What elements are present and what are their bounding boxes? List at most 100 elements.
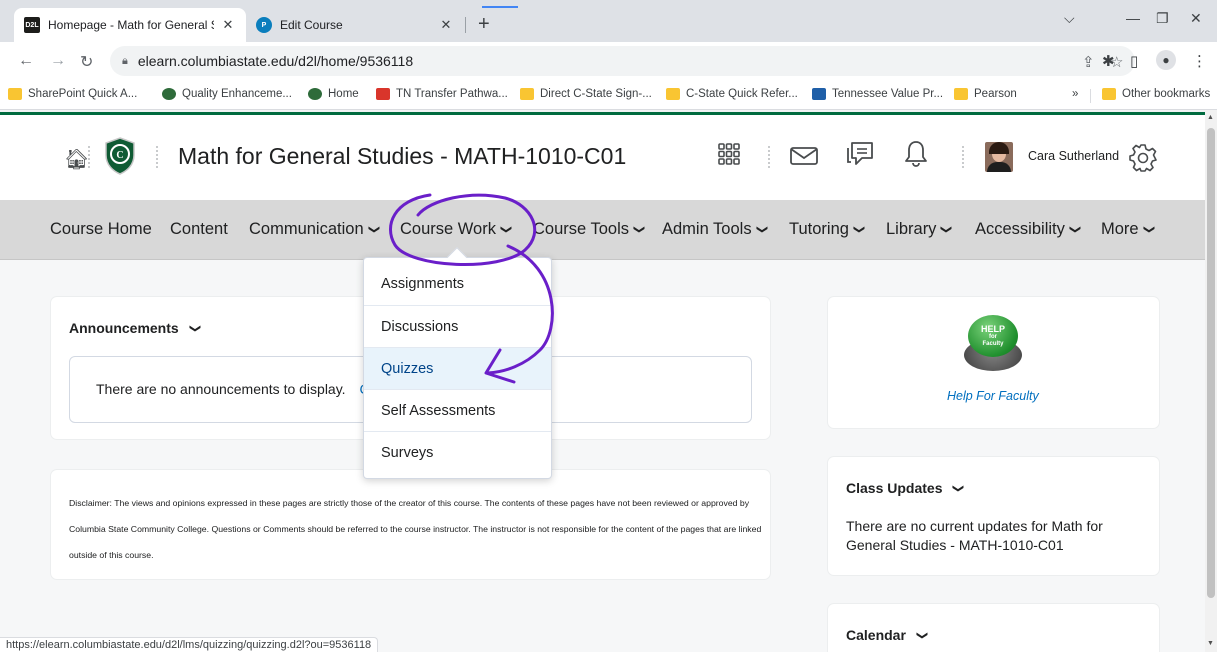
- class-updates-title[interactable]: Class Updates ❯: [846, 480, 966, 496]
- close-window-button[interactable]: ✕: [1190, 10, 1202, 27]
- course-header: 🏠︎ C Math for General Studies - MATH-101…: [0, 115, 1205, 200]
- calendar-title[interactable]: Calendar ❯: [846, 627, 929, 643]
- email-icon[interactable]: [790, 147, 818, 165]
- menu-kebab-icon[interactable]: ⋮: [1192, 52, 1207, 70]
- chevron-down-icon: ❯: [940, 224, 953, 235]
- nav-communication[interactable]: Communication ❯: [249, 220, 380, 239]
- tab-close-icon[interactable]: ✕: [438, 17, 454, 33]
- other-bookmarks[interactable]: Other bookmarks: [1102, 88, 1210, 100]
- bookmark-item[interactable]: Quality Enhanceme...: [162, 88, 292, 100]
- course-work-dropdown: Assignments Discussions Quizzes Self Ass…: [363, 247, 552, 479]
- disclaimer-widget: Disclaimer: The views and opinions expre…: [51, 470, 770, 579]
- chevron-down-icon: ❯: [853, 224, 866, 235]
- home-icon[interactable]: 🏠︎: [64, 147, 89, 172]
- restore-button[interactable]: ❐: [1156, 10, 1169, 27]
- separator: [768, 146, 770, 168]
- apps-grid-icon[interactable]: [718, 143, 740, 165]
- forward-icon[interactable]: →: [50, 52, 66, 70]
- tab-title: Homepage - Math for General St: [48, 18, 214, 32]
- reload-icon[interactable]: ↻: [80, 52, 93, 72]
- menu-item-discussions[interactable]: Discussions: [364, 305, 551, 347]
- chevron-down-icon: ❯: [755, 224, 768, 235]
- nav-library[interactable]: Library ❯: [886, 220, 953, 239]
- scrollbar-thumb[interactable]: [1207, 128, 1215, 598]
- tab-title: Edit Course: [280, 18, 343, 32]
- page-scrollbar[interactable]: ▲ ▼: [1205, 110, 1217, 652]
- d2l-favicon-icon: D2L: [24, 17, 40, 33]
- scroll-down-icon[interactable]: ▼: [1207, 640, 1214, 647]
- menu-item-quizzes[interactable]: Quizzes: [364, 347, 551, 389]
- bookmark-item[interactable]: C-State Quick Refer...: [666, 88, 798, 100]
- address-url: elearn.columbiastate.edu/d2l/home/953611…: [137, 53, 414, 69]
- d2l-page: 🏠︎ C Math for General Studies - MATH-101…: [0, 115, 1205, 652]
- chevron-down-icon[interactable]: ❯: [189, 323, 202, 332]
- columbia-state-icon: [308, 88, 322, 100]
- folder-icon: [954, 88, 968, 100]
- chat-icon[interactable]: [846, 141, 874, 169]
- browser-toolbar: ← → ↻ 🔒︎ elearn.columbiastate.edu/d2l/ho…: [0, 42, 1217, 82]
- bookmark-item[interactable]: TN Transfer Pathwa...: [376, 88, 508, 100]
- course-navbar: Course Home Content Communication ❯ Cours…: [0, 200, 1205, 260]
- share-icon[interactable]: ⇪: [1082, 53, 1095, 71]
- tab-homepage[interactable]: D2L Homepage - Math for General St ✕: [14, 8, 246, 42]
- nav-content[interactable]: Content: [170, 220, 228, 239]
- help-faculty-button[interactable]: HELP for Faculty: [962, 315, 1024, 373]
- bookmark-item[interactable]: Tennessee Value Pr...: [812, 88, 943, 100]
- calendar-widget: Calendar ❯: [828, 604, 1159, 652]
- bookmark-item[interactable]: Direct C-State Sign-...: [520, 88, 652, 100]
- nav-course-home[interactable]: Course Home: [50, 220, 152, 239]
- new-tab-button[interactable]: +: [478, 14, 490, 34]
- scroll-up-icon[interactable]: ▲: [1207, 114, 1214, 121]
- user-name[interactable]: Cara Sutherland: [1028, 149, 1119, 163]
- folder-icon: [666, 88, 680, 100]
- chevron-down-icon: ❯: [367, 224, 380, 235]
- nav-course-work[interactable]: Course Work ❯: [400, 220, 513, 239]
- tab-close-icon[interactable]: ✕: [220, 17, 236, 33]
- menu-item-self-assessments[interactable]: Self Assessments: [364, 389, 551, 431]
- bookmarks-overflow-button[interactable]: »: [1072, 88, 1078, 100]
- announcements-title[interactable]: Announcements ❯: [69, 320, 202, 336]
- side-panel-icon[interactable]: ▯: [1130, 52, 1138, 70]
- separator: [88, 146, 90, 168]
- nav-accessibility[interactable]: Accessibility ❯: [975, 220, 1081, 239]
- chevron-down-icon: ❯: [1068, 224, 1081, 235]
- chevron-down-icon: ❯: [633, 224, 646, 235]
- chevron-down-icon[interactable]: ❯: [953, 483, 966, 492]
- back-icon[interactable]: ←: [18, 52, 34, 70]
- columbia-state-logo-icon[interactable]: C: [104, 137, 136, 175]
- tab-divider: [465, 17, 466, 33]
- menu-item-assignments[interactable]: Assignments: [364, 263, 551, 305]
- help-faculty-link[interactable]: Help For Faculty: [947, 389, 1039, 403]
- gear-icon[interactable]: [1128, 143, 1158, 173]
- chevron-down-icon[interactable]: ❯: [916, 630, 929, 639]
- avatar[interactable]: [985, 142, 1013, 172]
- nav-more[interactable]: More ❯: [1101, 220, 1155, 239]
- bookmarks-divider: [1090, 89, 1091, 103]
- bookmark-item[interactable]: SharePoint Quick A...: [8, 88, 137, 100]
- nav-course-tools[interactable]: Course Tools ❯: [533, 220, 646, 239]
- separator: [156, 146, 158, 168]
- tab-edit-course[interactable]: P Edit Course ✕: [246, 8, 464, 42]
- bell-icon[interactable]: [904, 140, 928, 168]
- extensions-icon[interactable]: ✱: [1102, 52, 1115, 70]
- nav-tutoring[interactable]: Tutoring ❯: [789, 220, 866, 239]
- minimize-button[interactable]: —: [1126, 10, 1140, 26]
- nav-admin-tools[interactable]: Admin Tools ❯: [662, 220, 768, 239]
- bookmark-item[interactable]: Pearson: [954, 88, 1017, 100]
- lock-icon: 🔒︎: [122, 54, 128, 67]
- address-bar[interactable]: 🔒︎ elearn.columbiastate.edu/d2l/home/953…: [110, 46, 1135, 76]
- menu-item-surveys[interactable]: Surveys: [364, 431, 551, 473]
- status-bar-url: https://elearn.columbiastate.edu/d2l/lms…: [0, 637, 379, 652]
- columbia-state-icon: [162, 88, 176, 100]
- browser-tab-strip: D2L Homepage - Math for General St ✕ P E…: [0, 0, 1217, 42]
- chevron-down-icon: ❯: [1142, 224, 1155, 235]
- tab-search-icon[interactable]: ⌵: [1064, 10, 1075, 27]
- tennessee-value-icon: [812, 88, 826, 100]
- announcements-empty-text: There are no announcements to display.: [96, 381, 346, 397]
- svg-text:C: C: [116, 150, 123, 161]
- chevron-down-icon: ❯: [500, 224, 513, 235]
- profile-icon[interactable]: ●: [1156, 50, 1176, 70]
- course-title[interactable]: Math for General Studies - MATH-1010-C01: [178, 143, 626, 170]
- bookmarks-bar: SharePoint Quick A... Quality Enhanceme.…: [0, 82, 1217, 110]
- bookmark-item[interactable]: Home: [308, 88, 359, 100]
